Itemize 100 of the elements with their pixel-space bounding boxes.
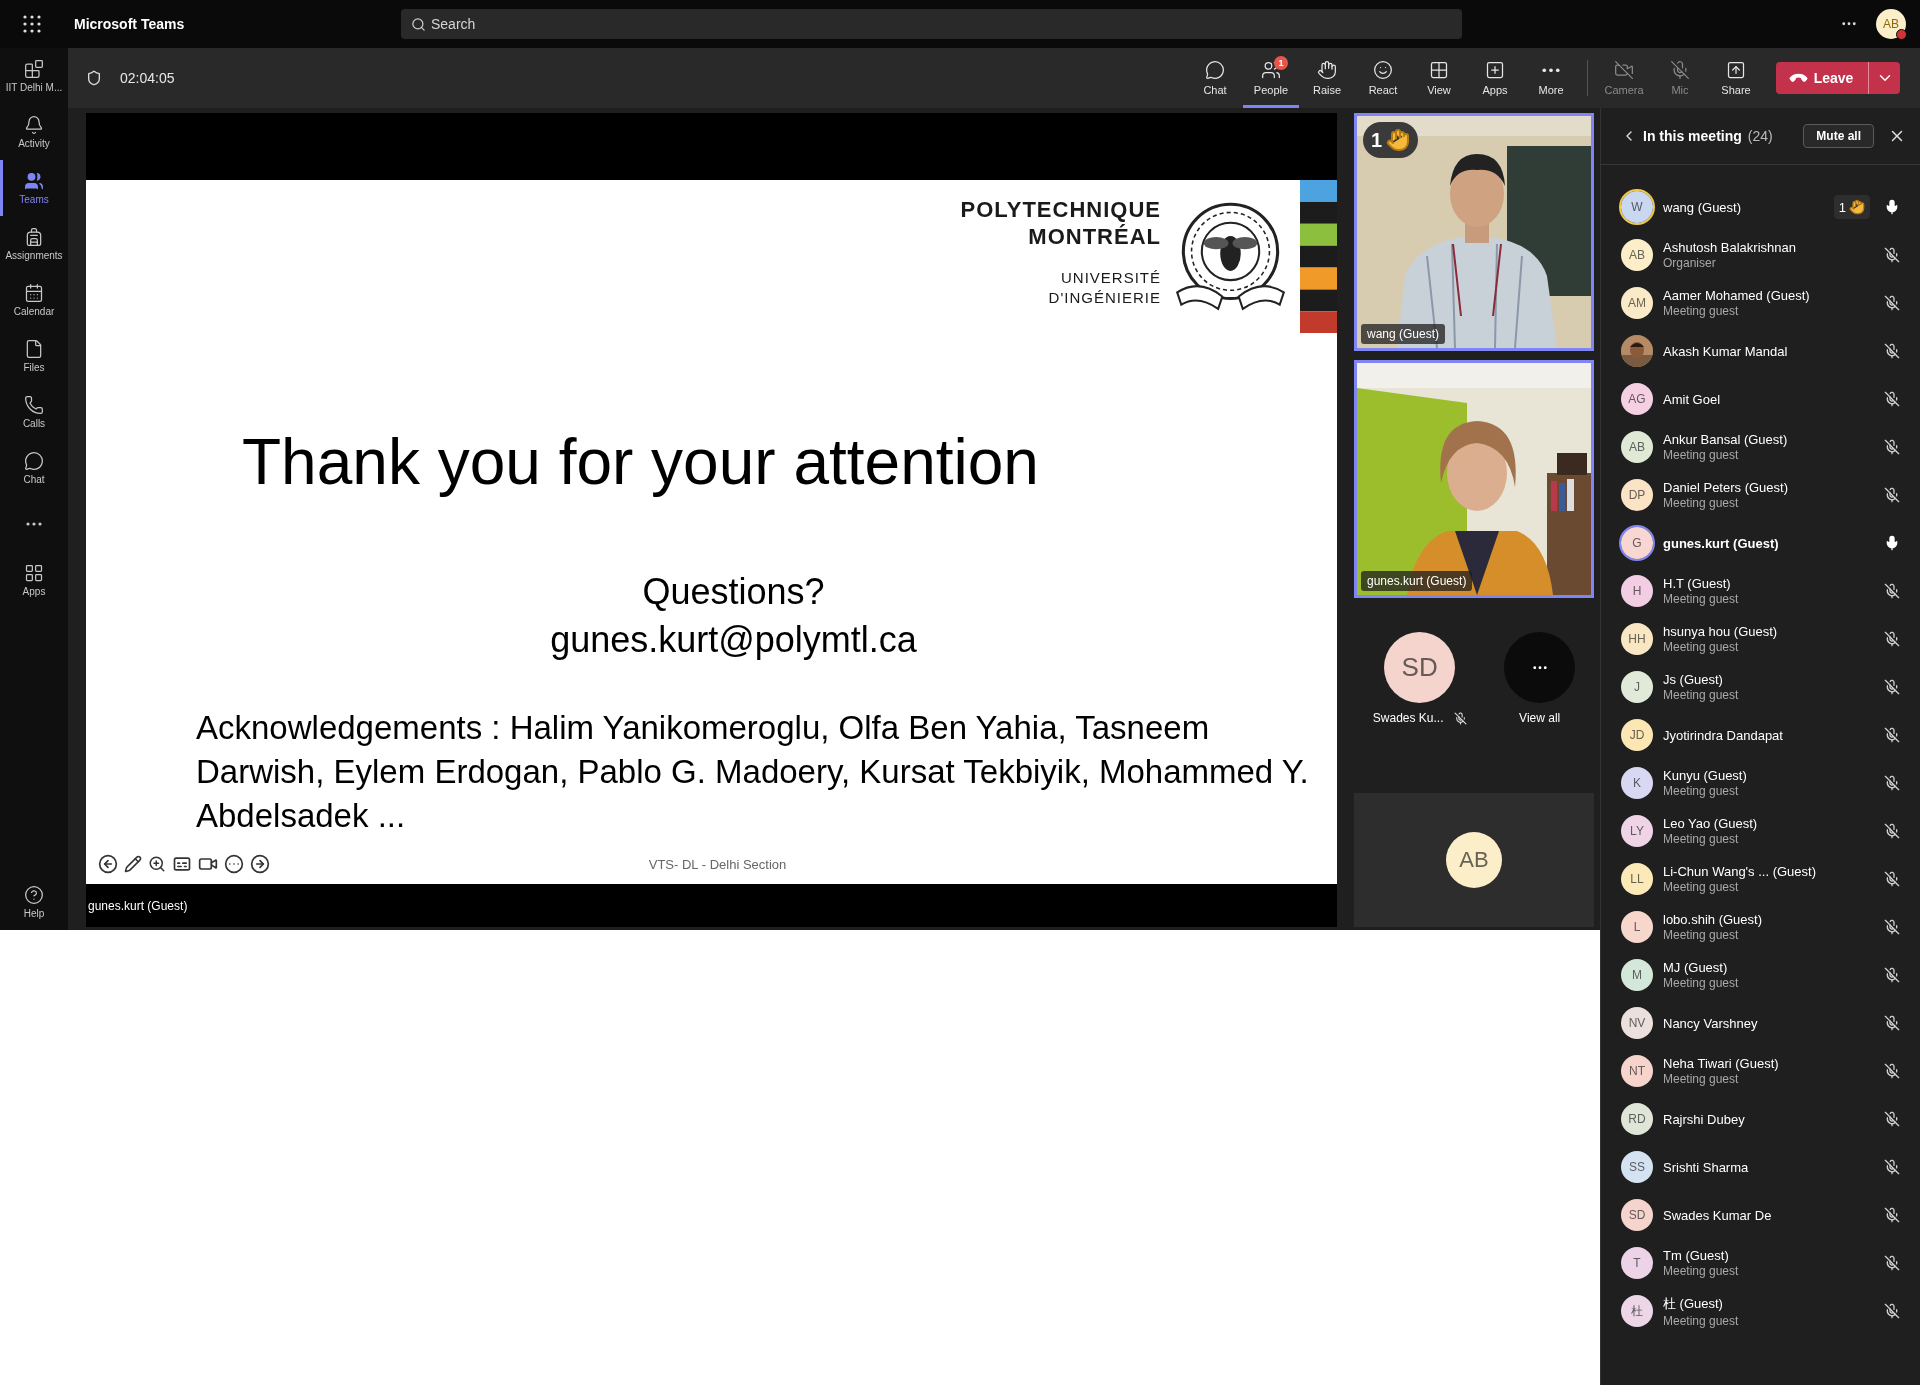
toolbar-button[interactable]: View (1411, 48, 1467, 108)
participant-row[interactable]: LL Li-Chun Wang's ... (Guest) Meeting guest (1601, 855, 1920, 903)
toolbar-button[interactable]: People 1 (1243, 48, 1299, 108)
rail-item[interactable]: IIT Delhi M... (0, 48, 68, 104)
participant-row[interactable]: AM Aamer Mohamed (Guest) Meeting guest (1601, 279, 1920, 327)
participant-row[interactable]: DP Daniel Peters (Guest) Meeting guest (1601, 471, 1920, 519)
file-icon (24, 339, 44, 359)
participant-name: Nancy Varshney (1663, 1015, 1759, 1031)
previous-icon[interactable] (98, 854, 118, 874)
participant-role: Meeting guest (1663, 928, 1740, 942)
toolbar-button[interactable]: Share (1708, 48, 1764, 108)
participant-name: Kunyu (Guest) (1663, 768, 1748, 783)
people-icon (1261, 60, 1281, 80)
participant-name: Jyotirindra Dandapat (1663, 727, 1784, 743)
participant-row[interactable]: Akash Kumar Mandal (1601, 327, 1920, 375)
participant-row[interactable]: H H.T (Guest) Meeting guest (1601, 567, 1920, 615)
participant-avatar: LL (1621, 863, 1653, 895)
toolbar-button[interactable]: Mic (1652, 48, 1708, 108)
participant-row[interactable]: NT Neha Tiwari (Guest) Meeting guest (1601, 1047, 1920, 1095)
participant-name: Rajrshi Dubey (1663, 1111, 1746, 1127)
participant-row[interactable]: AB Ashutosh Balakrishnan Organiser (1601, 231, 1920, 279)
participant-row[interactable]: K Kunyu (Guest) Meeting guest (1601, 759, 1920, 807)
toolbar-button[interactable]: Camera (1596, 48, 1652, 108)
participant-row[interactable]: L lobo.shih (Guest) Meeting guest (1601, 903, 1920, 951)
participant-name: Akash Kumar Mandal (1663, 343, 1789, 359)
chat-bubble-icon (1205, 60, 1225, 80)
participant-avatar: M (1621, 959, 1653, 991)
grid-icon (1429, 60, 1449, 80)
rail-item[interactable]: Chat (0, 440, 68, 496)
backpack-icon (24, 227, 44, 247)
participant-role: Meeting guest (1663, 976, 1740, 990)
participant-row[interactable]: SS Srishti Sharma (1601, 1143, 1920, 1191)
calendar-icon (24, 283, 44, 303)
participant-row[interactable]: J Js (Guest) Meeting guest (1601, 663, 1920, 711)
rail-item[interactable]: Assignments (0, 216, 68, 272)
toolbar-button[interactable]: Apps (1467, 48, 1523, 108)
participant-row[interactable]: JD Jyotirindra Dandapat (1601, 711, 1920, 759)
participant-role: Meeting guest (1663, 592, 1740, 606)
zoom-icon[interactable] (148, 855, 166, 873)
hand-icon (1849, 199, 1865, 215)
captions-icon[interactable] (172, 854, 192, 874)
panel-title: In this meeting (1643, 128, 1742, 144)
participant-role: Organiser (1663, 256, 1717, 270)
rail-item[interactable]: Calendar (0, 272, 68, 328)
pen-icon[interactable] (124, 855, 142, 873)
rail-item[interactable]: Help (0, 874, 68, 930)
participant-row[interactable]: LY Leo Yao (Guest) Meeting guest (1601, 807, 1920, 855)
participant-row[interactable]: W wang (Guest) 1 (1601, 183, 1920, 231)
participant-row[interactable]: G gunes.kurt (Guest) (1601, 519, 1920, 567)
participant-row[interactable]: HH hsunya hou (Guest) Meeting guest (1601, 615, 1920, 663)
phone-icon (24, 395, 44, 415)
participant-row[interactable]: M MJ (Guest) Meeting guest (1601, 951, 1920, 999)
rail-item[interactable]: Files (0, 328, 68, 384)
toolbar-button[interactable]: Chat (1187, 48, 1243, 108)
chat-bubble-icon (24, 451, 44, 471)
participant-row[interactable]: AG Amit Goel (1601, 375, 1920, 423)
more-icon (1532, 665, 1547, 670)
participant-row[interactable]: NV Nancy Varshney (1601, 999, 1920, 1047)
participant-name: wang (Guest) (1663, 199, 1743, 215)
mute-all-button[interactable]: Mute all (1803, 124, 1874, 148)
plus-square-icon (1485, 60, 1505, 80)
participant-avatar: AM (1621, 287, 1653, 319)
participant-role: Meeting guest (1663, 640, 1740, 654)
participant-row[interactable]: 杜 杜 (Guest) Meeting guest (1601, 1287, 1920, 1335)
participant-name: Amit Goel (1663, 391, 1722, 407)
participant-role: Meeting guest (1663, 1264, 1740, 1278)
mic-off-icon (1670, 60, 1690, 80)
participant-row[interactable]: RD Rajrshi Dubey (1601, 1095, 1920, 1143)
leave-button[interactable]: Leave (1776, 62, 1868, 94)
participant-role: Meeting guest (1663, 832, 1740, 846)
toolbar-button[interactable]: More (1523, 48, 1579, 108)
participant-avatar: AB (1621, 239, 1653, 271)
toolbar-button[interactable]: React (1355, 48, 1411, 108)
participant-row[interactable]: AB Ankur Bansal (Guest) Meeting guest (1601, 423, 1920, 471)
more-icon[interactable] (224, 854, 244, 874)
app-launcher-icon[interactable] (22, 14, 42, 34)
toolbar-button[interactable]: Raise (1299, 48, 1355, 108)
logo-text: MONTRÉAL (1028, 223, 1161, 250)
participant-name: 杜 (Guest) (1663, 1294, 1724, 1313)
rail-item[interactable]: Apps (0, 552, 68, 608)
share-icon (1726, 60, 1746, 80)
participant-name: Ankur Bansal (Guest) (1663, 432, 1789, 447)
help-icon (24, 885, 44, 905)
rail-item[interactable]: Calls (0, 384, 68, 440)
next-icon[interactable] (250, 854, 270, 874)
rail-item[interactable]: Teams (0, 160, 68, 216)
account-avatar[interactable]: AB (1876, 9, 1906, 39)
count-badge: 1 (1274, 56, 1288, 70)
participant-row[interactable]: T Tm (Guest) Meeting guest (1601, 1239, 1920, 1287)
participant-name: Aamer Mohamed (Guest) (1663, 288, 1811, 303)
more-icon (26, 522, 42, 526)
participant-avatar: HH (1621, 623, 1653, 655)
rail-item[interactable]: Activity (0, 104, 68, 160)
app-title: Microsoft Teams (74, 16, 186, 32)
more-icon[interactable] (1842, 22, 1856, 26)
participant-avatar: NT (1621, 1055, 1653, 1087)
participant-row[interactable]: SD Swades Kumar De (1601, 1191, 1920, 1239)
participant-name: Leo Yao (Guest) (1663, 816, 1759, 831)
search-field[interactable]: Search (401, 9, 1462, 39)
participant-avatar: K (1621, 767, 1653, 799)
